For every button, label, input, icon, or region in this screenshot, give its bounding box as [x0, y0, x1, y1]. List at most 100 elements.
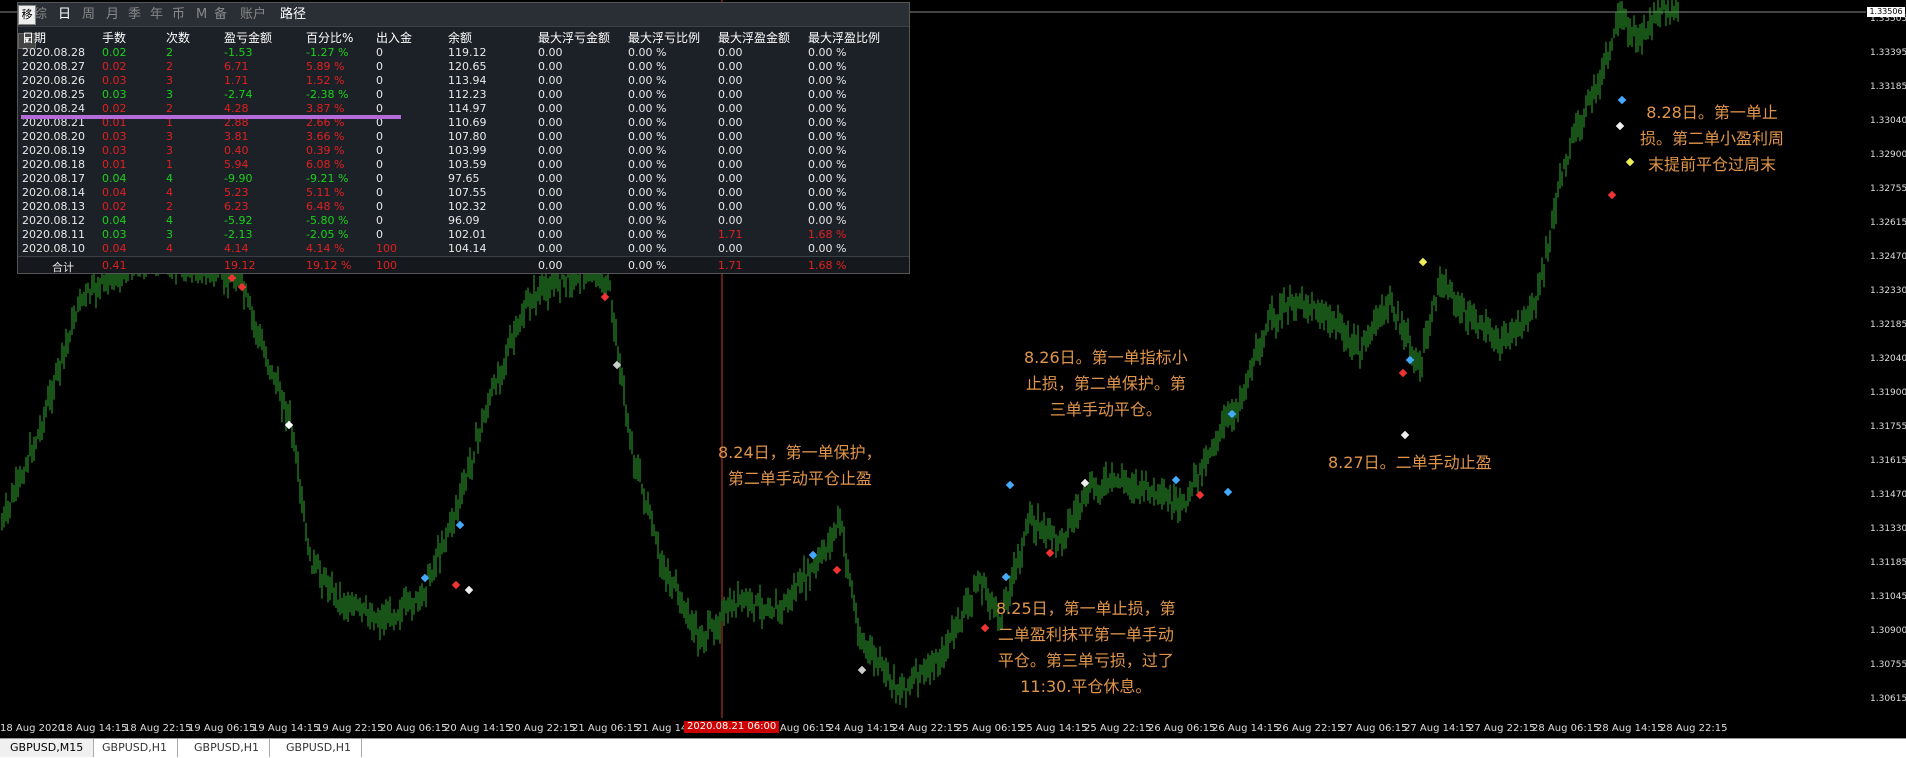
price-label: 1.32470: [1870, 252, 1906, 262]
time-label: 20 Aug 14:15: [444, 723, 512, 734]
path-highlight-bar[interactable]: [21, 115, 401, 119]
table-cell-lots: 0.03: [102, 130, 127, 143]
toolbar-btn-5[interactable]: 年: [150, 6, 163, 23]
table-cell-lots: 0.04: [102, 172, 127, 185]
toolbar-btn-8[interactable]: 备: [214, 6, 227, 23]
chart-tab[interactable]: GBPUSD,H1: [184, 739, 270, 757]
toolbar-btn-4[interactable]: 季: [128, 6, 141, 23]
table-cell-mfp: 0.00: [718, 186, 743, 199]
table-cell-io: 0: [376, 88, 383, 101]
table-cell-bal: 102.32: [448, 200, 487, 213]
chart-tab[interactable]: GBPUSD,M15: [0, 739, 95, 757]
table-cell-date: 2020.08.19: [22, 144, 85, 157]
table-cell-mfpp: 0.00 %: [808, 242, 847, 255]
col-header: 日期: [22, 31, 47, 45]
table-cell-count: 3: [166, 130, 173, 143]
table-cell-date: 2020.08.18: [22, 158, 85, 171]
table-cell-io: 100: [376, 242, 397, 255]
col-header: 最大浮亏比例: [628, 31, 701, 45]
toolbar-btn-1[interactable]: 日: [58, 6, 71, 23]
table-cell-mfp: 0.00: [718, 242, 743, 255]
toolbar-btn-10[interactable]: 路径: [280, 6, 306, 23]
table-cell-io: 0: [376, 158, 383, 171]
price-label: 1.32330: [1870, 286, 1906, 296]
table-cell-date: 2020.08.13: [22, 200, 85, 213]
chart-tab[interactable]: GBPUSD,H1: [276, 739, 362, 757]
table-cell-mfp: 1.71: [718, 228, 743, 241]
price-label: 1.30615: [1870, 694, 1906, 704]
table-cell-mflp: 0.00 %: [628, 228, 667, 241]
table-cell-bal: 113.94: [448, 74, 487, 87]
total-mfpp: 1.68 %: [808, 259, 847, 272]
table-cell-mfpp: 0.00 %: [808, 88, 847, 101]
toolbar-btn-0[interactable]: 综: [34, 6, 47, 23]
chart-tab[interactable]: GBPUSD,H1: [92, 739, 178, 757]
price-label: 1.32615: [1870, 218, 1906, 228]
trade-marker-icon: [455, 520, 465, 530]
table-cell-io: 0: [376, 130, 383, 143]
table-cell-lots: 0.01: [102, 158, 127, 171]
table-cell-pct: 4.14 %: [306, 242, 345, 255]
table-cell-mfl: 0.00: [538, 200, 563, 213]
table-cell-date: 2020.08.10: [22, 242, 85, 255]
table-cell-lots: 0.03: [102, 144, 127, 157]
time-label: 20 Aug 22:15: [508, 723, 576, 734]
annotation-0826: 8.26日。第一单指标小 止损，第二单保护。第 三单手动平仓。: [1024, 348, 1188, 419]
time-label: 19 Aug 14:15: [252, 723, 320, 734]
trade-marker-icon: [1398, 368, 1408, 378]
table-cell-mfp: 0.00: [718, 60, 743, 73]
table-cell-lots: 0.04: [102, 242, 127, 255]
table-cell-bal: 112.23: [448, 88, 487, 101]
trade-marker-icon: [1418, 257, 1428, 267]
total-mfp: 1.71: [718, 259, 743, 272]
daily-stats-panel[interactable]: 移 综日周月季年币 M 备账户 路径 ▾ 日期 手数 次数 盈亏金额 百分比% 出入金 余额 最大浮…: [17, 2, 910, 274]
table-cell-mfl: 0.00: [538, 46, 563, 59]
table-cell-mfl: 0.00: [538, 102, 563, 115]
toolbar-btn-7[interactable]: M: [196, 6, 207, 23]
table-cell-mfpp: 0.00 %: [808, 116, 847, 129]
table-cell-mfp: 0.00: [718, 158, 743, 171]
table-cell-pct: -9.21 %: [306, 172, 349, 185]
table-cell-mflp: 0.00 %: [628, 46, 667, 59]
table-cell-mfpp: 0.00 %: [808, 74, 847, 87]
table-cell-mflp: 0.00 %: [628, 74, 667, 87]
table-cell-mfl: 0.00: [538, 88, 563, 101]
table-cell-pl: 3.81: [224, 130, 249, 143]
time-label: 24 Aug 14:15: [828, 723, 896, 734]
table-cell-bal: 96.09: [448, 214, 480, 227]
table-cell-mflp: 0.00 %: [628, 144, 667, 157]
table-cell-count: 4: [166, 172, 173, 185]
toolbar-btn-2[interactable]: 周: [82, 6, 95, 23]
table-cell-lots: 0.02: [102, 46, 127, 59]
table-cell-mfp: 0.00: [718, 172, 743, 185]
table-cell-date: 2020.08.27: [22, 60, 85, 73]
time-label: 25 Aug 22:15: [1084, 723, 1152, 734]
table-cell-bal: 119.12: [448, 46, 487, 59]
table-cell-date: 2020.08.24: [22, 102, 85, 115]
toolbar-btn-3[interactable]: 月: [106, 6, 119, 23]
current-price-tag: 1.33506: [1867, 7, 1905, 17]
table-cell-mfpp: 0.00 %: [808, 214, 847, 227]
price-label: 1.31470: [1870, 490, 1906, 500]
col-header: 百分比%: [306, 31, 354, 45]
table-cell-pl: -9.90: [224, 172, 253, 185]
table-cell-pct: 3.66 %: [306, 130, 345, 143]
table-cell-count: 2: [166, 60, 173, 73]
time-label: 25 Aug 06:15: [956, 723, 1024, 734]
table-cell-bal: 107.80: [448, 130, 487, 143]
table-cell-pl: 0.40: [224, 144, 249, 157]
toolbar-btn-6[interactable]: 币: [172, 6, 185, 23]
table-cell-mfpp: 0.00 %: [808, 130, 847, 143]
trade-marker-icon: [464, 585, 474, 595]
trade-marker-icon: [1171, 475, 1181, 485]
time-label: 25 Aug 14:15: [1020, 723, 1088, 734]
table-cell-mfp: 0.00: [718, 74, 743, 87]
time-label: 21 Aug 14: [636, 723, 688, 734]
price-label: 1.32755: [1870, 184, 1906, 194]
trade-marker-icon: [600, 292, 610, 302]
time-label: 26 Aug 06:15: [1148, 723, 1216, 734]
table-cell-date: 2020.08.11: [22, 228, 85, 241]
toolbar-btn-9[interactable]: 账户: [240, 6, 266, 23]
price-label: 1.32040: [1870, 354, 1906, 364]
table-cell-pl: 5.94: [224, 158, 249, 171]
